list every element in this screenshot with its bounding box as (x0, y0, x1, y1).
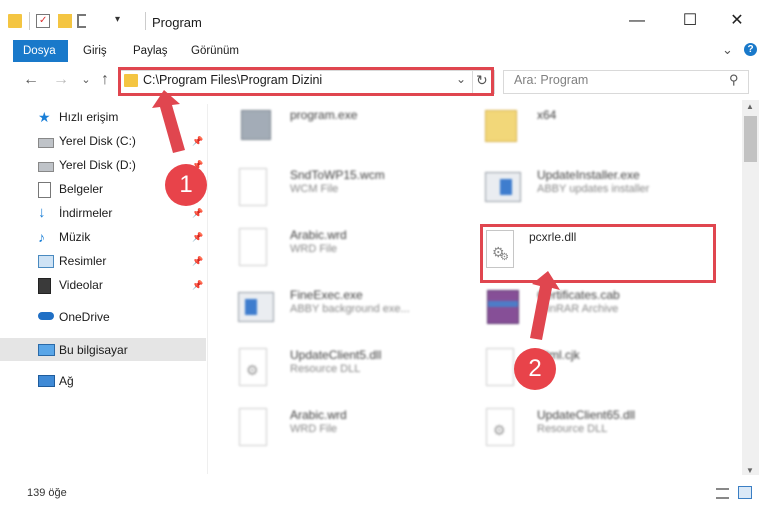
annotation-arrows (152, 90, 560, 340)
step-2-badge: 2 (514, 348, 556, 390)
arrow-2 (530, 271, 560, 340)
arrow-1 (152, 90, 185, 153)
step-1-badge: 1 (165, 164, 207, 206)
